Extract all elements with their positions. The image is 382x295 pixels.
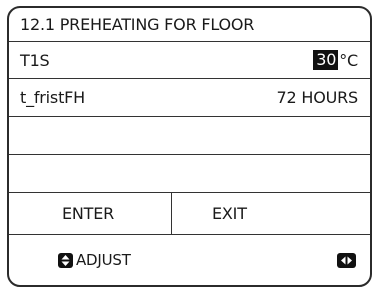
action-bar: ENTER EXIT — [9, 193, 370, 235]
preheating-floor-screen: 12.1 PREHEATING FOR FLOOR T1S 30 °C t_fr… — [7, 6, 372, 287]
empty-row — [9, 155, 370, 193]
empty-row — [9, 117, 370, 155]
exit-button-label: EXIT — [212, 204, 247, 223]
page-title: 12.1 PREHEATING FOR FLOOR — [20, 15, 255, 34]
setting-label-t1s: T1S — [20, 50, 50, 70]
exit-button[interactable]: EXIT — [172, 193, 370, 234]
title-bar: 12.1 PREHEATING FOR FLOOR — [9, 8, 370, 42]
setting-label-t-fristfh: t_fristFH — [20, 88, 85, 107]
up-down-arrows-icon — [58, 252, 73, 268]
left-right-arrows-icon — [337, 252, 356, 268]
setting-unit-t1s: °C — [339, 50, 358, 70]
setting-row-t1s[interactable]: T1S 30 °C — [9, 42, 370, 79]
enter-button[interactable]: ENTER — [9, 193, 172, 234]
setting-value-t-fristfh: 72 HOURS — [276, 88, 359, 107]
setting-row-t-fristfh[interactable]: t_fristFH 72 HOURS — [9, 79, 370, 117]
enter-button-label: ENTER — [61, 204, 115, 223]
setting-value-t1s[interactable]: 30 — [313, 50, 339, 70]
adjust-hint-label: ADJUST — [76, 251, 131, 269]
footer-hints: ADJUST — [9, 235, 370, 285]
